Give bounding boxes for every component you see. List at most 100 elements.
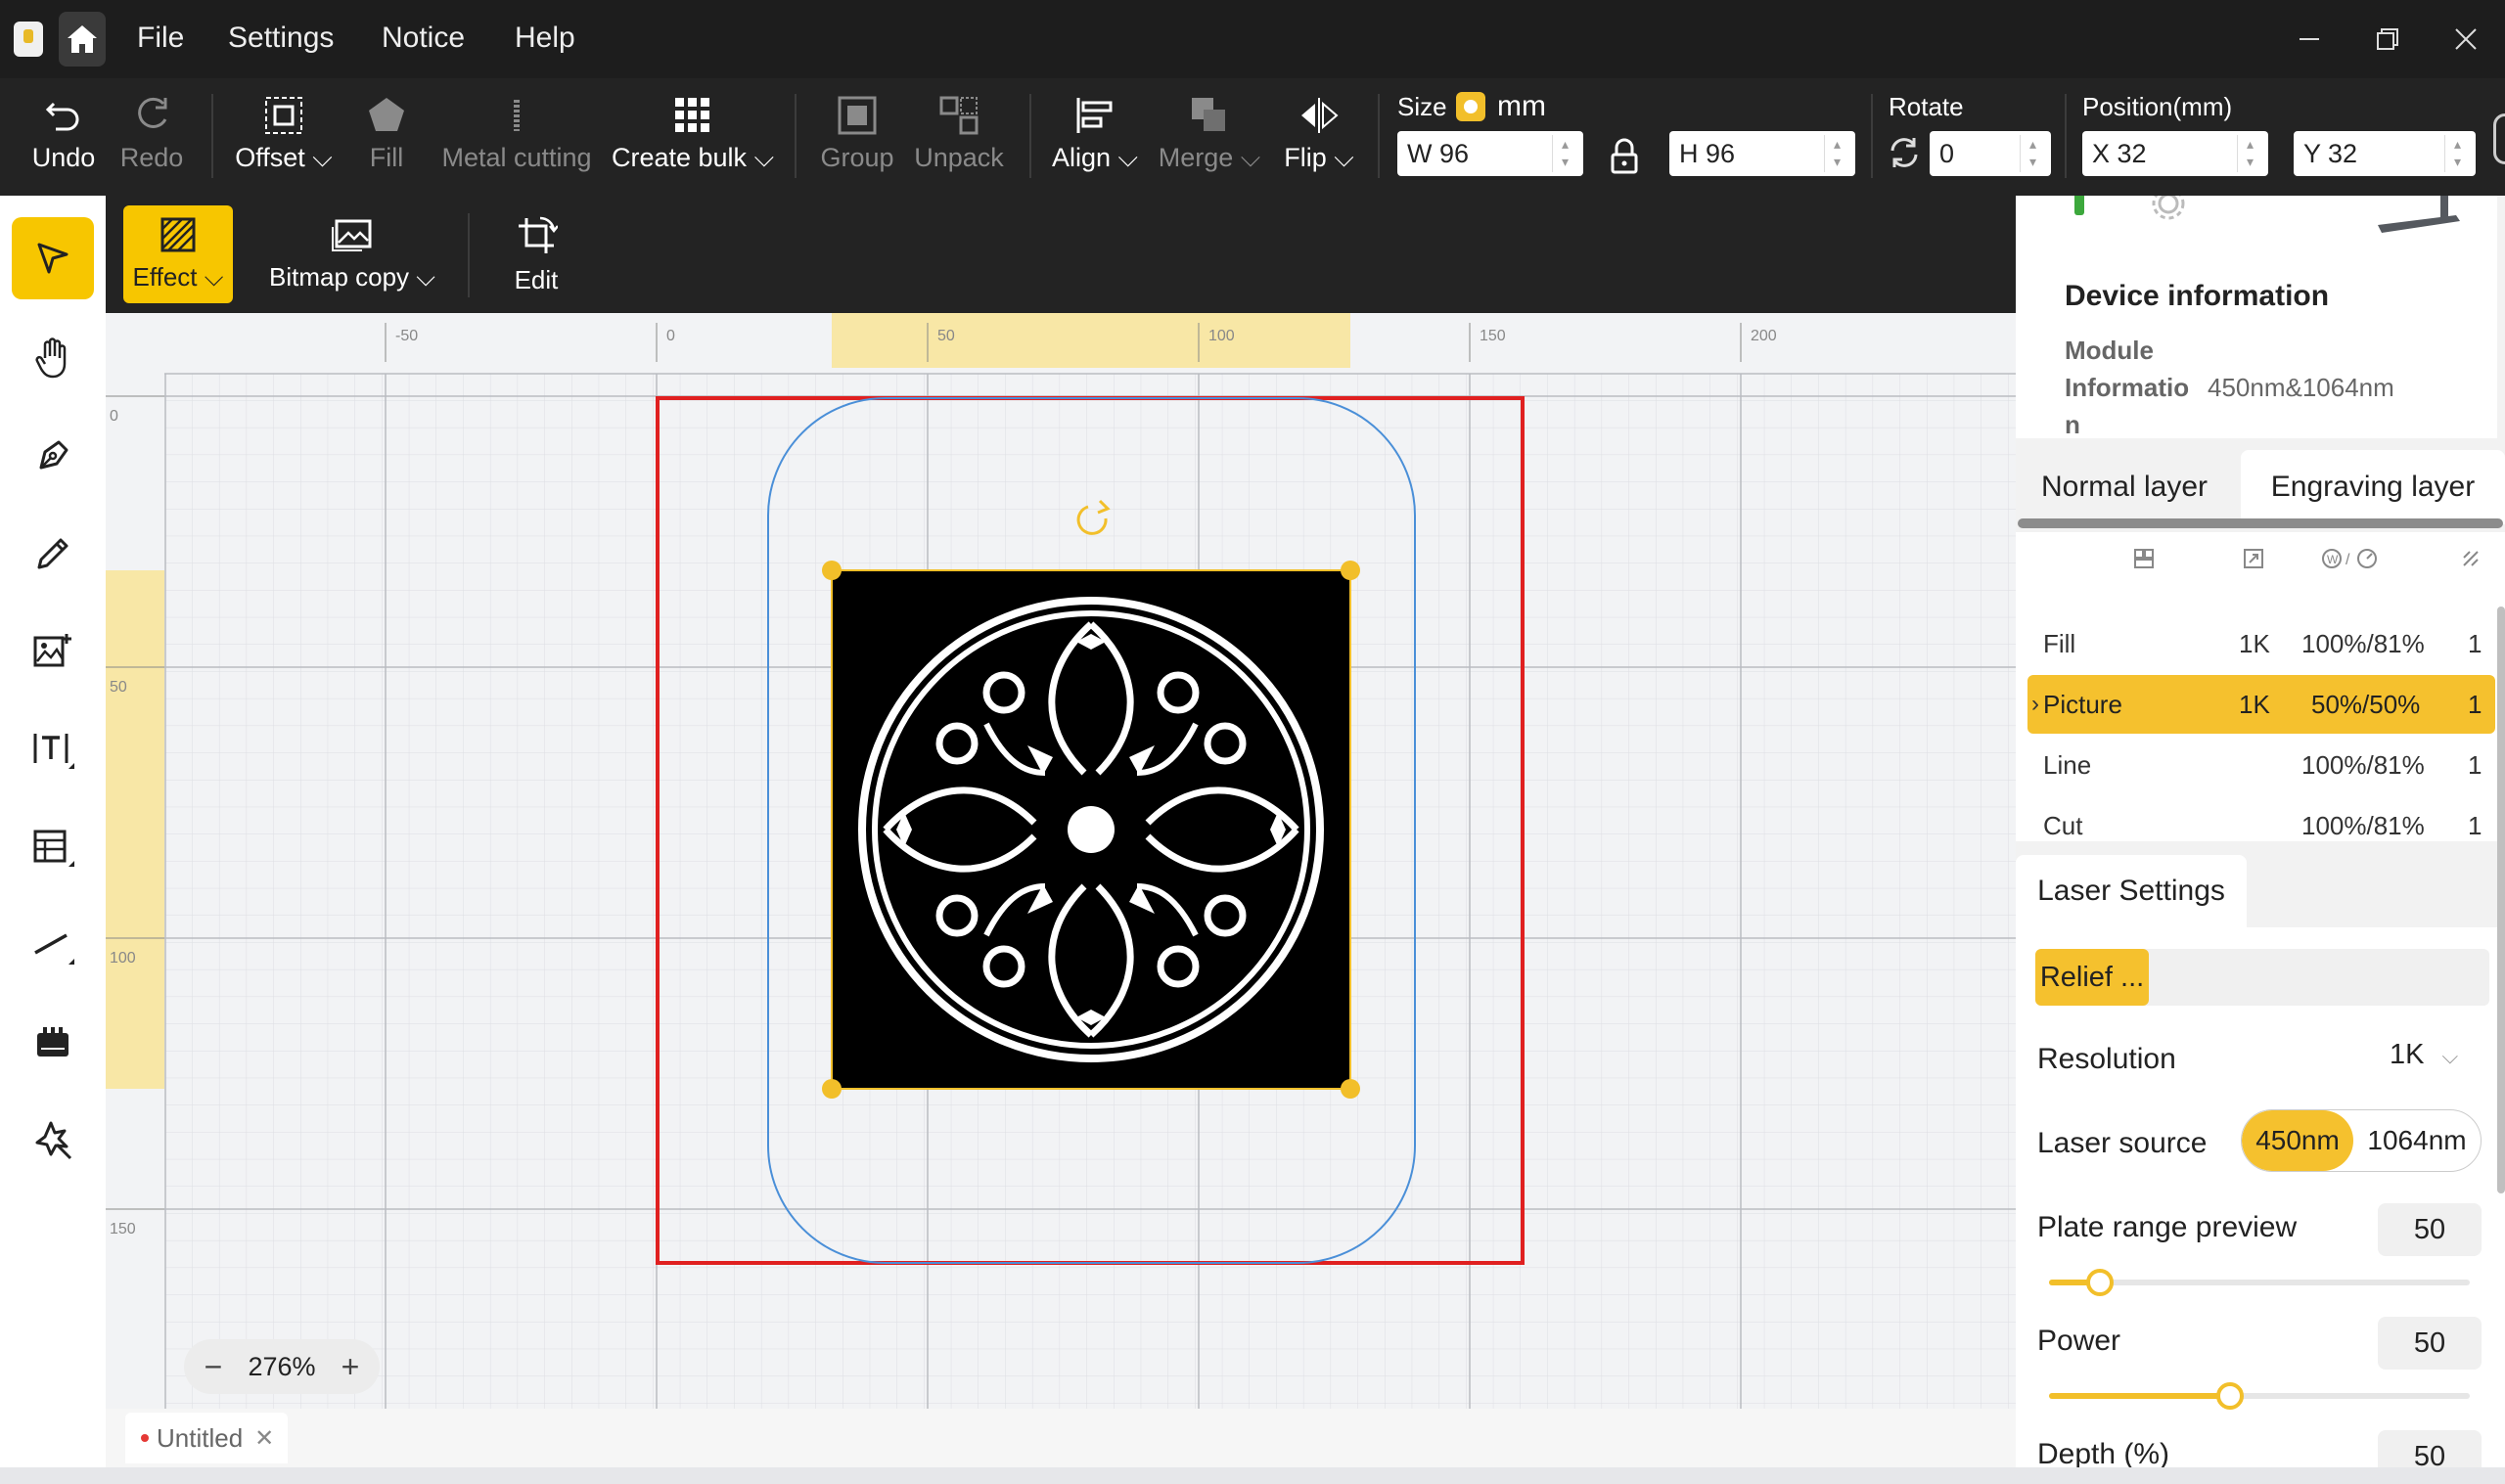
toolbar-more-button[interactable] [2493,113,2505,164]
height-stepper[interactable]: ▴ ▾ [1824,135,1849,172]
tab-normal-layer[interactable]: Normal layer [2016,450,2233,524]
toolbar-divider [211,94,213,178]
lock-aspect-button[interactable] [1607,137,1642,181]
flip-button[interactable]: Flip ⌵ [1282,78,1356,196]
layer-row-fill[interactable]: Fill 1K 100%/81% 1 [2027,614,2495,673]
pen-tool[interactable] [12,415,94,497]
unpack-icon [939,96,979,135]
menu-settings[interactable]: Settings [228,22,334,55]
restore-button[interactable] [2368,20,2407,59]
rotate-stepper[interactable]: ▴ ▾ [2020,135,2045,172]
resolution-select[interactable]: 1K ⌵ [2390,1039,2458,1071]
toolbar-divider [1378,94,1380,178]
tab-laser-settings[interactable]: Laser Settings [2016,855,2247,927]
layer-row-line[interactable]: Line 100%/81% 1 [2027,736,2495,794]
align-button[interactable]: Align ⌵ [1051,78,1139,196]
plate-range-input[interactable]: 50 [2378,1203,2482,1256]
toolbar-divider [468,213,470,297]
slider-fill [2049,1393,2230,1399]
offset-button[interactable]: Offset ⌵ [233,78,335,196]
source-450nm-button[interactable]: 450nm [2242,1110,2353,1171]
group-button[interactable]: Group [818,78,896,196]
redo-label: Redo [119,143,184,172]
metal-cutting-button[interactable]: Metal cutting [438,78,595,196]
power-slider[interactable] [2049,1382,2470,1410]
home-button[interactable] [59,12,106,67]
unit-toggle[interactable] [1456,92,1485,121]
width-value: W 96 [1407,138,1470,168]
depth-value: 50 [2413,1440,2446,1468]
unit-label: mm [1497,90,1546,122]
line-tool[interactable] [12,904,94,986]
metal-cutting-icon [514,100,520,131]
menu-file[interactable]: File [137,22,184,55]
table-tool[interactable] [12,806,94,888]
resolution-label: Resolution [2037,1043,2176,1075]
group-icon [838,96,877,135]
bitmap-copy-button[interactable]: Bitmap copy ⌵ [262,205,442,303]
position-x-value: X 32 [2092,138,2147,168]
effect-button[interactable]: Effect ⌵ [123,205,233,303]
relief-mode-button[interactable]: Relief ... [2035,949,2149,1006]
resize-handle[interactable] [822,1079,842,1099]
resize-handle[interactable] [822,561,842,580]
unsaved-indicator-icon [141,1434,149,1442]
edit-button[interactable]: Edit [489,205,583,303]
create-bulk-button[interactable]: Create bulk ⌵ [612,78,774,196]
selected-image[interactable] [822,561,1360,1099]
position-x-input[interactable]: X 32 ▴ ▾ [2082,131,2268,176]
document-tab[interactable]: Untitled ✕ [125,1413,289,1463]
passes-icon [2463,551,2479,566]
insert-image-tool[interactable] [12,610,94,693]
merge-button[interactable]: Merge ⌵ [1159,78,1260,196]
device-settings-icon[interactable] [2149,196,2188,223]
width-stepper[interactable]: ▴ ▾ [1552,135,1577,172]
redo-button[interactable]: Redo [115,78,188,196]
home-icon [68,25,97,53]
zoom-control: − 276% + [184,1339,380,1394]
undo-icon [45,102,79,131]
zoom-in-button[interactable]: + [333,1349,368,1384]
rotate-input[interactable]: 0 ▴ ▾ [1930,131,2051,176]
design-canvas[interactable]: -50 0 50 100 150 200 0 50 100 150 − 276%… [106,313,2016,1409]
slider-knob[interactable] [2085,1269,2114,1296]
minimize-button[interactable] [2290,20,2329,59]
plate-range-slider[interactable] [2049,1269,2470,1296]
layer-power-speed: 100%/81% [2301,749,2425,780]
layer-row-cut[interactable]: Cut 100%/81% 1 [2027,796,2495,841]
width-input[interactable]: W 96 ▴ ▾ [1397,131,1583,176]
height-input[interactable]: H 96 ▴ ▾ [1669,131,1855,176]
slider-knob[interactable] [2215,1382,2244,1410]
right-panel-scrollbar[interactable] [2497,607,2505,1193]
pencil-tool[interactable] [12,513,94,595]
power-input[interactable]: 50 [2378,1317,2482,1370]
ruler-x-label: 150 [1480,328,1506,344]
flip-label: Flip [1284,143,1327,172]
flip-icon [1301,98,1339,133]
position-x-stepper[interactable]: ▴ ▾ [2237,135,2262,172]
text-tool[interactable] [12,708,94,790]
depth-input[interactable]: 50 [2378,1430,2482,1467]
zoom-out-button[interactable]: − [196,1349,231,1384]
close-button[interactable] [2446,20,2485,59]
pan-tool[interactable] [12,317,94,399]
select-tool[interactable] [12,217,94,299]
undo-button[interactable]: Undo [29,78,98,196]
tab-scrollbar[interactable] [2018,518,2503,528]
menu-help[interactable]: Help [515,22,575,55]
fill-button[interactable]: Fill [362,78,411,196]
position-y-stepper[interactable]: ▴ ▾ [2444,135,2470,172]
layer-row-picture[interactable]: › Picture 1K 50%/50% 1 [2027,675,2495,734]
material-tool[interactable] [12,1002,94,1084]
close-tab-icon[interactable]: ✕ [254,1424,274,1453]
unpack-button[interactable]: Unpack [914,78,1004,196]
title-bar: File Settings Notice Help [0,0,2505,78]
tab-engraving-layer[interactable]: Engraving layer [2241,450,2505,524]
resize-handle[interactable] [1341,1079,1360,1099]
magic-tool[interactable] [12,1100,94,1182]
crop-edit-icon [519,216,558,253]
menu-notice[interactable]: Notice [382,22,465,55]
position-y-input[interactable]: Y 32 ▴ ▾ [2294,131,2476,176]
resize-handle[interactable] [1341,561,1360,580]
source-1064nm-button[interactable]: 1064nm [2353,1110,2481,1171]
